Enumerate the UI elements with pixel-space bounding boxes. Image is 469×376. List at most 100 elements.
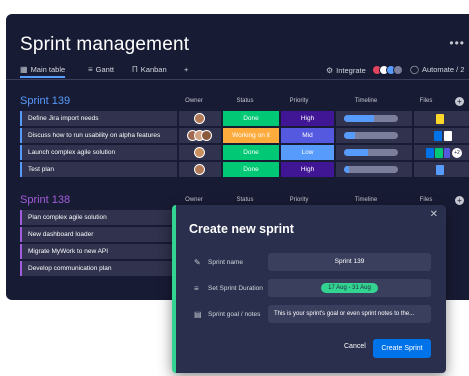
add-column-icon[interactable]: + xyxy=(455,196,464,205)
priority-badge[interactable]: Low xyxy=(281,145,334,160)
timeline-fill xyxy=(344,149,369,156)
item-name[interactable]: Develop communication plan xyxy=(20,261,190,276)
files-cell[interactable] xyxy=(414,162,469,177)
column-header-priority: Priority xyxy=(289,197,309,203)
owner-cell[interactable] xyxy=(179,111,221,126)
sprint-duration-picker[interactable]: 17 Aug - 31 Aug xyxy=(268,279,431,297)
column-header-owner: Owner xyxy=(185,197,203,203)
notes-icon: ▤ xyxy=(194,310,202,319)
status-badge[interactable]: Done xyxy=(223,162,279,177)
timeline-cell[interactable] xyxy=(336,128,412,143)
priority-badge[interactable]: High xyxy=(281,162,334,177)
table-icon: ▦ xyxy=(20,65,28,74)
modal-title: Create new sprint xyxy=(189,222,294,236)
column-header-status: Status xyxy=(236,197,254,203)
timeline-fill xyxy=(344,132,355,139)
duration-icon: ≡ xyxy=(194,284,199,293)
tab-label: Kanban xyxy=(140,65,167,74)
cancel-button[interactable]: Cancel xyxy=(344,343,366,350)
item-name[interactable]: Discuss how to run usability on alpha fe… xyxy=(20,128,177,143)
create-sprint-modal: ✕ Create new sprint ✎ Sprint name Sprint… xyxy=(172,205,446,373)
owner-cell[interactable] xyxy=(179,162,221,177)
tab-label: Main table xyxy=(30,65,66,74)
column-header-owner: Owner xyxy=(185,98,203,104)
column-header-timeline: Timeline xyxy=(354,197,378,203)
status-badge[interactable]: Done xyxy=(223,111,279,126)
file-icon xyxy=(434,131,442,141)
avatar xyxy=(194,164,205,175)
avatar xyxy=(194,147,205,158)
column-header-files: Files xyxy=(419,98,433,104)
date-range-badge[interactable]: 17 Aug - 31 Aug xyxy=(321,283,378,293)
tab-gantt[interactable]: ≡ Gantt xyxy=(88,65,114,74)
tab-kanban[interactable]: Π Kanban xyxy=(132,65,167,74)
sprint-name-input[interactable]: Sprint 139 xyxy=(268,253,431,271)
owner-cell[interactable] xyxy=(179,145,221,160)
table-row[interactable]: Discuss how to run usability on alpha fe… xyxy=(20,128,469,143)
automate-label: Automate / 2 xyxy=(421,65,465,74)
item-name[interactable]: New dashboard loader xyxy=(20,227,190,242)
integrate-button[interactable]: ⚙ Integrate xyxy=(326,65,403,75)
column-header-status: Status xyxy=(236,98,254,104)
view-tabs: ▦ Main table ≡ Gantt Π Kanban + ⚙ Integr… xyxy=(6,63,469,80)
sprint-duration-label: ≡ Set Sprint Duration xyxy=(194,284,263,293)
status-badge[interactable]: Done xyxy=(223,145,279,160)
priority-badge[interactable]: High xyxy=(281,111,334,126)
item-name[interactable]: Define Jira import needs xyxy=(20,111,177,126)
timeline-cell[interactable] xyxy=(336,145,412,160)
file-icon xyxy=(436,114,444,124)
add-column-icon[interactable]: + xyxy=(455,97,464,106)
pencil-icon: ✎ xyxy=(194,258,201,267)
timeline-bar xyxy=(344,132,398,139)
table-row[interactable]: Test plan Done High xyxy=(20,162,469,177)
table-row[interactable]: Define Jira import needs Done High xyxy=(20,111,469,126)
timeline-bar xyxy=(344,115,398,122)
timeline-bar xyxy=(344,149,398,156)
file-icon xyxy=(444,148,450,158)
avatar xyxy=(194,113,205,124)
integrate-icon: ⚙ xyxy=(326,65,334,75)
column-header-timeline: Timeline xyxy=(354,98,378,104)
automate-button[interactable]: ◯ Automate / 2 xyxy=(410,65,464,74)
integration-logo xyxy=(392,65,403,75)
files-more-count[interactable]: +2 xyxy=(452,148,462,158)
avatar xyxy=(201,130,212,141)
timeline-cell[interactable] xyxy=(336,111,412,126)
table-row[interactable]: Launch complex agile solution Done Low +… xyxy=(20,145,469,160)
more-dots-icon[interactable]: ••• xyxy=(449,36,465,50)
file-icon xyxy=(435,148,443,158)
priority-badge[interactable]: Mid xyxy=(281,128,334,143)
item-name[interactable]: Launch complex agile solution xyxy=(20,145,177,160)
item-name[interactable]: Test plan xyxy=(20,162,177,177)
item-name[interactable]: Plan complex agile solution xyxy=(20,210,190,225)
add-view-icon: + xyxy=(184,65,189,74)
file-icon xyxy=(436,165,444,175)
timeline-cell[interactable] xyxy=(336,162,412,177)
sprint-name-label: ✎ Sprint name xyxy=(194,258,243,267)
files-cell[interactable] xyxy=(414,111,469,126)
tab-label: Gantt xyxy=(95,65,115,74)
group-title[interactable]: Sprint 139 xyxy=(20,95,70,107)
field-label-text: Sprint goal / notes xyxy=(208,311,261,318)
files-cell[interactable]: +2 xyxy=(414,145,469,160)
group-title[interactable]: Sprint 138 xyxy=(20,194,70,206)
integrate-label: Integrate xyxy=(336,65,366,75)
status-badge[interactable]: Working on it xyxy=(223,128,279,143)
field-label-text: Sprint name xyxy=(208,259,244,266)
sprint-goal-label: ▤ Sprint goal / notes xyxy=(194,310,260,319)
sprint-goal-input[interactable]: This is your sprint's goal or even sprin… xyxy=(268,305,431,323)
add-view-button[interactable]: + xyxy=(184,65,188,74)
integration-logos xyxy=(371,65,403,75)
create-sprint-button[interactable]: Create Sprint xyxy=(373,339,431,358)
tab-main-table[interactable]: ▦ Main table xyxy=(20,65,66,78)
column-header-files: Files xyxy=(419,197,433,203)
field-label-text: Set Sprint Duration xyxy=(208,285,263,292)
close-icon[interactable]: ✕ xyxy=(430,209,438,220)
page-title: Sprint management xyxy=(20,34,190,55)
gantt-icon: ≡ xyxy=(88,65,93,74)
files-cell[interactable] xyxy=(414,128,469,143)
owner-cell[interactable] xyxy=(179,128,221,143)
timeline-fill xyxy=(344,166,350,173)
item-name[interactable]: Migrate MyWork to new API xyxy=(20,244,190,259)
file-icon xyxy=(444,131,452,141)
